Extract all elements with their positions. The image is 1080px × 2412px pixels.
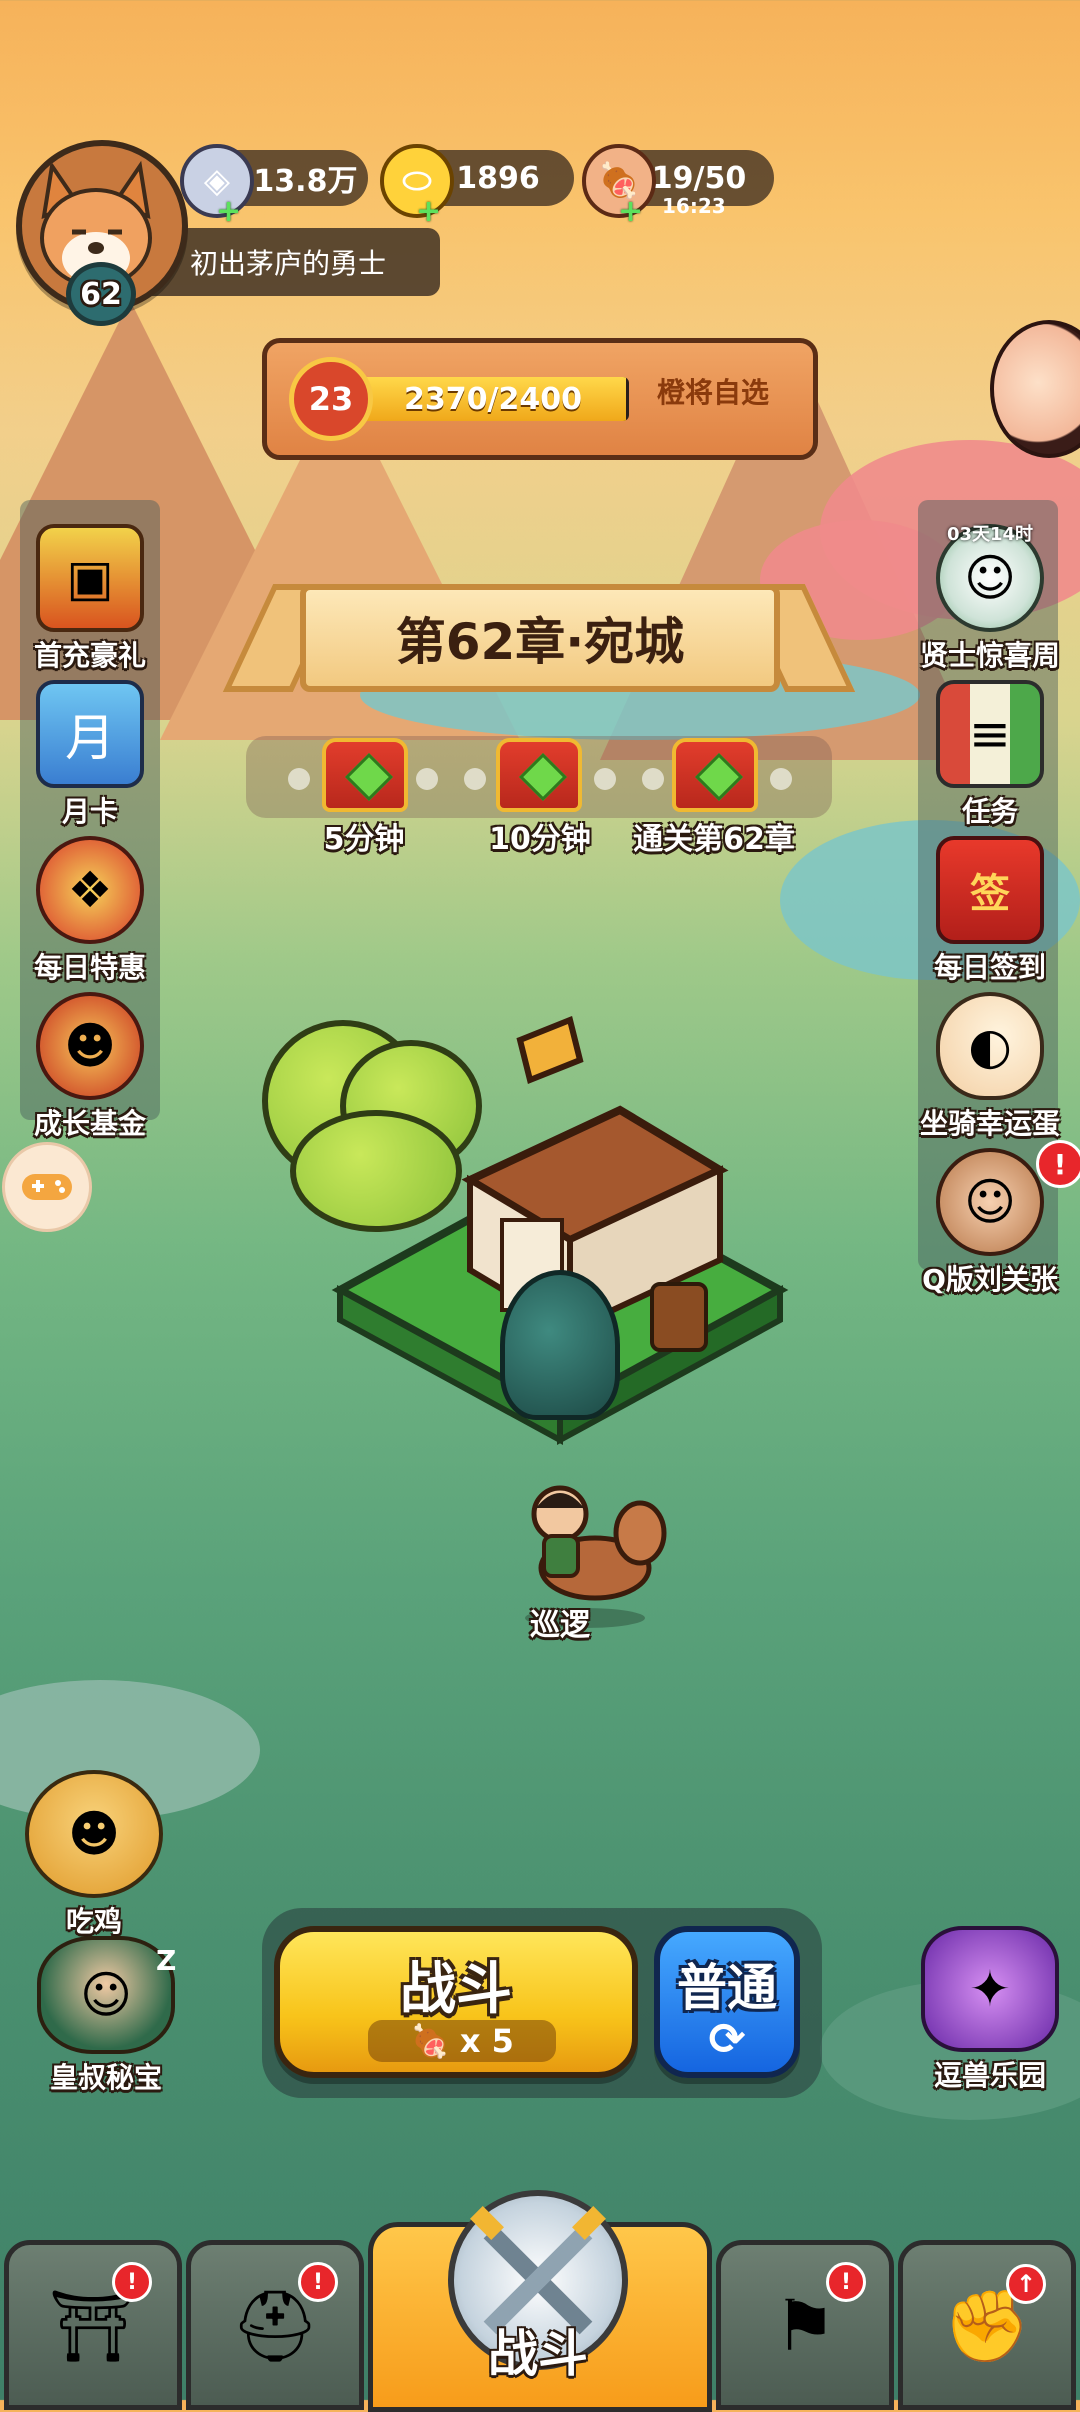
reward-chest-2[interactable] [496,738,582,812]
month-card[interactable]: 月 月卡 [10,680,170,830]
tasks-label: 任务 [961,795,1018,828]
barrel-icon [650,1282,708,1352]
gift-bag-icon: ❖ [36,836,144,944]
hero-banner-icon: ⚑ [773,2285,837,2367]
uncle-treasure-icon: ☺ [37,1936,175,2054]
player-title-bar: 初出茅庐的勇士 [150,228,440,296]
ostrich-mount-icon[interactable] [500,1270,620,1420]
month-card-label: 月卡 [61,795,118,828]
lucky-egg-label: 坐骑幸运蛋 [919,1107,1060,1140]
reward-chest-3[interactable] [672,738,758,812]
nav-battle-label: 战斗 [488,2325,588,2383]
helmet-icon: ⛑ [230,2285,320,2367]
growth-fund-label: 成长基金 [33,1107,146,1140]
fist-upgrade-icon: ✊ [943,2285,1031,2367]
player-level-badge: 62 [66,262,136,326]
first-recharge-label: 首充豪礼 [33,639,146,672]
daily-deal-label: 每日特惠 [33,951,146,984]
beast-park-label: 逗兽乐园 [933,2059,1046,2092]
add-stamina-icon[interactable]: + [618,194,643,229]
track-dot [594,768,616,790]
equipment-alert-badge: ! [298,2262,338,2302]
stamina-timer: 16:23 [662,194,726,218]
liu-guan-zhang-label: Q版刘关张 [922,1263,1058,1296]
first-recharge-gift[interactable]: ▣ 首充豪礼 [10,524,170,674]
gamepad-button[interactable] [2,1142,92,1232]
patrol-label: 巡逻 [530,1608,590,1643]
add-gold-icon[interactable]: + [416,194,441,229]
resource-silver[interactable]: ◈ + 513.8万 [180,144,368,229]
uncle-treasure-label: 皇叔秘宝 [49,2061,162,2094]
player-level: 62 [80,276,122,312]
sage-event-label: 贤士惊喜周 [919,639,1060,672]
nav-tab-upgrade[interactable]: ✊ [898,2240,1076,2410]
tasks[interactable]: ≡ 任务 [910,680,1070,830]
month-card-icon: 月 [36,680,144,788]
difficulty-mode-label: 普通 [677,1959,777,2017]
battle-cost-value: x 5 [459,2022,514,2060]
chapter-title: 第62章·宛城 [395,613,685,671]
chicken-event[interactable]: ☻ 吃鸡 [14,1770,174,1940]
track-dot [642,768,664,790]
daily-sign-in-label: 每日签到 [933,951,1046,984]
daily-sign-in[interactable]: 签 每日签到 [910,836,1070,986]
battle-button-label: 战斗 [400,1957,512,2022]
reward-label-3: 通关第62章 [633,822,795,857]
gate-icon: ⛩ [48,2285,138,2367]
alert-badge: ! [1036,1140,1080,1188]
beast-park[interactable]: ✦ 逗兽乐园 [910,1926,1070,2094]
exp-panel[interactable]: 2370/2400 23 橙将自选 [262,338,818,460]
track-dot [416,768,438,790]
daily-deal[interactable]: ❖ 每日特惠 [10,836,170,986]
exp-level-badge: 23 [289,357,373,441]
track-dot [464,768,486,790]
tree-canopy [290,1110,462,1232]
sage-surprise-week[interactable]: 03天14时 ☺ 贤士惊喜周 [910,524,1070,674]
upgrade-arrow-icon: ↑ [1006,2264,1046,2304]
heroes-alert-badge: ! [826,2262,866,2302]
meat-icon: 🍖 [410,2022,450,2060]
gem-icon [518,752,568,802]
gem-icon [694,752,744,802]
refresh-icon: ⟳ [708,2014,746,2065]
battle-button[interactable]: 战斗 🍖 x 5 [274,1926,638,2078]
nav-tab-city[interactable]: ⛩ [4,2240,182,2410]
difficulty-mode-button[interactable]: 普通 ⟳ [654,1926,800,2078]
beast-park-icon: ✦ [921,1926,1059,2052]
nav-tab-equipment[interactable]: ⛑ [186,2240,364,2410]
chapter-banner[interactable]: 第62章·宛城 [300,584,780,692]
treasure-chest-icon: ▣ [36,524,144,632]
nav-tab-heroes[interactable]: ⚑ [716,2240,894,2410]
track-dot [770,768,792,790]
growth-fund[interactable]: ☻ 成长基金 [10,992,170,1142]
gamepad-icon [22,1174,72,1200]
exp-progress-text: 2370/2400 [404,381,582,417]
stamina-value: 19/50 [651,160,747,196]
sign-stamp: 签 [970,871,1010,917]
sign-in-icon: 签 [936,836,1044,944]
lucky-egg-icon: ◐ [936,992,1044,1100]
reward-chest-1[interactable] [322,738,408,812]
add-silver-icon[interactable]: + [216,194,241,229]
mount-lucky-egg[interactable]: ◐ 坐骑幸运蛋 [910,992,1070,1142]
player-title: 初出茅庐的勇士 [190,247,387,280]
sage-event-timer: 03天14时 [946,524,1034,545]
resource-gold[interactable]: ⬭ + 1896 [380,144,574,229]
chicken-label: 吃鸡 [65,1905,122,1938]
battle-cost: 🍖 x 5 [368,2020,556,2062]
gem-icon [344,752,394,802]
sleep-z-icon: Z [156,1944,177,1977]
scroll-icon: ≡ [936,680,1044,788]
orange-general-select-link[interactable]: 橙将自选 [657,371,769,411]
track-dot [288,768,310,790]
gold-value: 1896 [456,160,540,196]
growth-fund-icon: ☻ [36,992,144,1100]
chicken-icon: ☻ [25,1770,163,1898]
liu-guan-zhang-icon: ☺ [936,1148,1044,1256]
city-alert-badge: ! [112,2262,152,2302]
